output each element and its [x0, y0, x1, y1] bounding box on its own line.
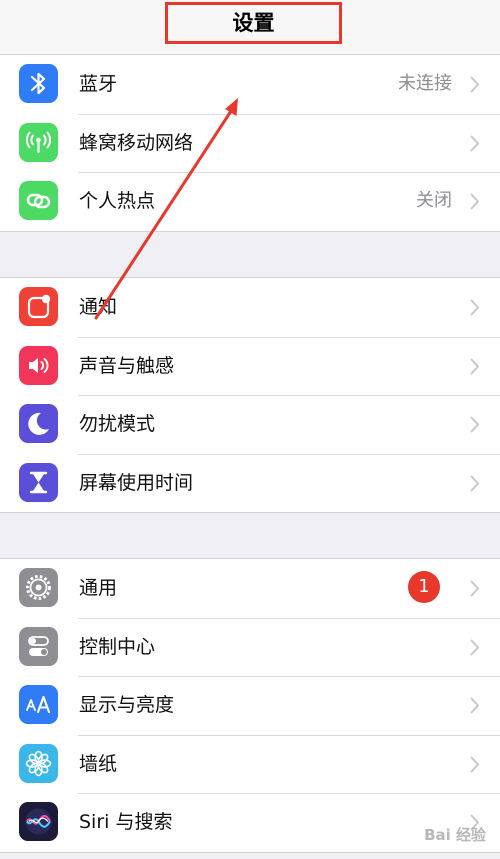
settings-row-notifications[interactable]: 通知 [0, 278, 500, 337]
settings-row-do-not-disturb[interactable]: 勿扰模式 [0, 395, 500, 454]
row-value: 未连接 [398, 73, 452, 94]
chevron-right-icon [470, 76, 479, 93]
settings-group-general: 通用 1 控制中心 显示与亮度 墙纸 Siri 与搜索 [0, 558, 500, 853]
row-label: 控制中心 [79, 635, 156, 658]
notification-badge: 1 [408, 571, 440, 603]
toggles-icon [19, 626, 58, 666]
chevron-right-icon [470, 639, 479, 655]
settings-row-control-center[interactable]: 控制中心 [0, 617, 500, 677]
row-label: 墙纸 [79, 752, 118, 775]
settings-row-wallpaper[interactable]: 墙纸 [0, 734, 500, 794]
chevron-right-icon [470, 299, 479, 316]
settings-row-bluetooth[interactable]: 蓝牙 未连接 [0, 55, 500, 114]
chevron-right-icon [470, 358, 479, 374]
bluetooth-icon [19, 64, 58, 103]
hotspot-icon [19, 181, 58, 220]
settings-row-screen-time[interactable]: 屏幕使用时间 [0, 453, 500, 513]
hourglass-icon [19, 462, 58, 502]
settings-row-hotspot[interactable]: 个人热点 关闭 [0, 172, 500, 231]
row-label: Siri 与搜索 [79, 811, 173, 833]
settings-row-sounds[interactable]: 声音与触感 [0, 336, 500, 396]
sound-icon [19, 345, 58, 385]
chevron-right-icon [470, 416, 479, 433]
text-size-icon [19, 685, 58, 724]
settings-row-cellular[interactable]: 蜂窝移动网络 [0, 113, 500, 173]
watermark: Bai 经验 [424, 826, 486, 844]
row-label: 通用 [79, 577, 118, 599]
moon-icon [19, 404, 58, 443]
navigation-bar: 设置 [0, 0, 500, 54]
row-label: 勿扰模式 [79, 413, 156, 435]
row-label: 个人热点 [79, 190, 156, 212]
row-label: 屏幕使用时间 [79, 471, 194, 494]
gear-icon [19, 568, 58, 607]
settings-row-general[interactable]: 通用 1 [0, 559, 500, 618]
row-label: 声音与触感 [79, 354, 175, 377]
row-label: 蜂窝移动网络 [79, 131, 194, 154]
row-value: 关闭 [416, 190, 452, 211]
chevron-right-icon [470, 697, 479, 714]
settings-row-display[interactable]: 显示与亮度 [0, 676, 500, 735]
page-title: 设置 [232, 11, 275, 35]
chevron-right-icon [470, 756, 479, 772]
chevron-right-icon [470, 135, 479, 151]
title-highlight-box: 设置 [165, 2, 342, 44]
chevron-right-icon [470, 580, 479, 597]
siri-icon [19, 802, 58, 841]
row-label: 蓝牙 [79, 73, 118, 95]
chevron-right-icon [470, 475, 479, 491]
chevron-right-icon [470, 193, 479, 210]
cellular-icon [19, 122, 58, 162]
settings-group-connectivity: 蓝牙 未连接 蜂窝移动网络 个人热点 关闭 [0, 54, 500, 232]
flower-icon [19, 743, 58, 783]
settings-group-notifications: 通知 声音与触感 勿扰模式 屏幕使用时间 [0, 277, 500, 513]
notifications-icon [19, 287, 58, 326]
row-label: 显示与亮度 [79, 694, 175, 716]
row-label: 通知 [79, 296, 118, 318]
